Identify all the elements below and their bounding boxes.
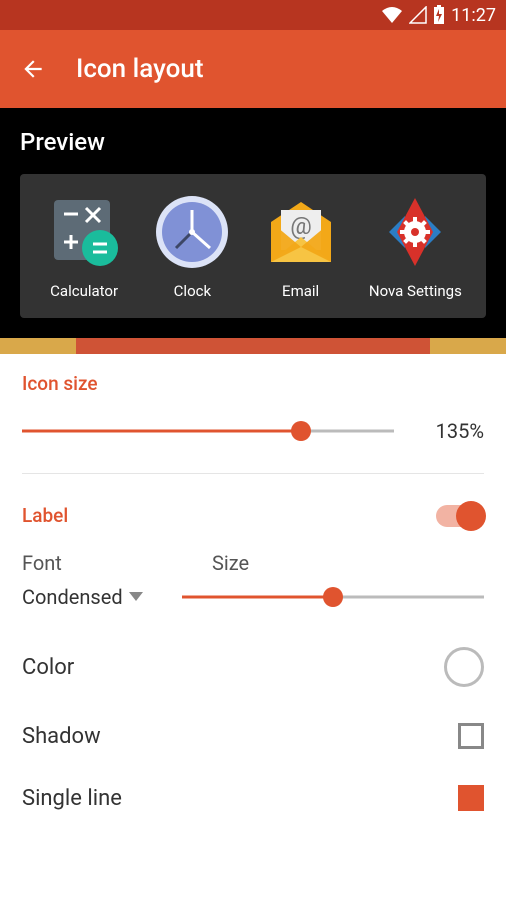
battery-icon (433, 5, 445, 25)
clock-icon (152, 192, 232, 272)
dropdown-icon (129, 592, 143, 602)
preview-section: Preview Calculator (0, 108, 506, 338)
size-col-label: Size (212, 551, 249, 575)
shadow-checkbox[interactable] (458, 723, 484, 749)
wifi-icon (381, 6, 403, 24)
label-toggle[interactable] (436, 505, 484, 527)
status-time: 11:27 (451, 5, 496, 26)
calculator-icon (44, 192, 124, 272)
shadow-label: Shadow (22, 724, 101, 749)
preview-label: Calculator (50, 282, 118, 300)
preview-item-email: @ Email (261, 192, 341, 300)
preview-item-clock: Clock (152, 192, 232, 300)
preview-title: Preview (20, 128, 486, 156)
email-icon: @ (261, 192, 341, 272)
preview-label: Clock (174, 282, 211, 300)
app-bar: Icon layout (0, 30, 506, 108)
divider (22, 473, 484, 474)
nova-settings-icon (375, 192, 455, 272)
status-bar: 11:27 (0, 0, 506, 30)
preview-background-strip (0, 338, 506, 354)
back-icon[interactable] (20, 56, 46, 82)
preview-item-nova: Nova Settings (369, 192, 462, 300)
font-col-label: Font (22, 551, 62, 575)
preview-label: Nova Settings (369, 282, 462, 300)
svg-text:@: @ (290, 212, 312, 240)
single-line-label: Single line (22, 786, 122, 811)
cell-signal-icon (409, 6, 427, 24)
icon-size-header: Icon size (22, 372, 484, 395)
color-label: Color (22, 655, 74, 680)
icon-size-value: 135% (424, 419, 484, 443)
label-header: Label (22, 504, 68, 527)
font-value: Condensed (22, 585, 123, 609)
single-line-checkbox[interactable] (458, 785, 484, 811)
page-title: Icon layout (76, 54, 204, 84)
color-picker[interactable] (444, 647, 484, 687)
settings-panel: Icon size 135% Label Font Size Condensed… (0, 354, 506, 847)
label-size-slider[interactable] (182, 587, 484, 607)
preview-label: Email (282, 282, 319, 300)
icon-size-slider[interactable] (22, 421, 394, 441)
font-dropdown[interactable]: Condensed (22, 585, 172, 609)
preview-item-calculator: Calculator (44, 192, 124, 300)
preview-grid: Calculator Clock @ (20, 174, 486, 318)
